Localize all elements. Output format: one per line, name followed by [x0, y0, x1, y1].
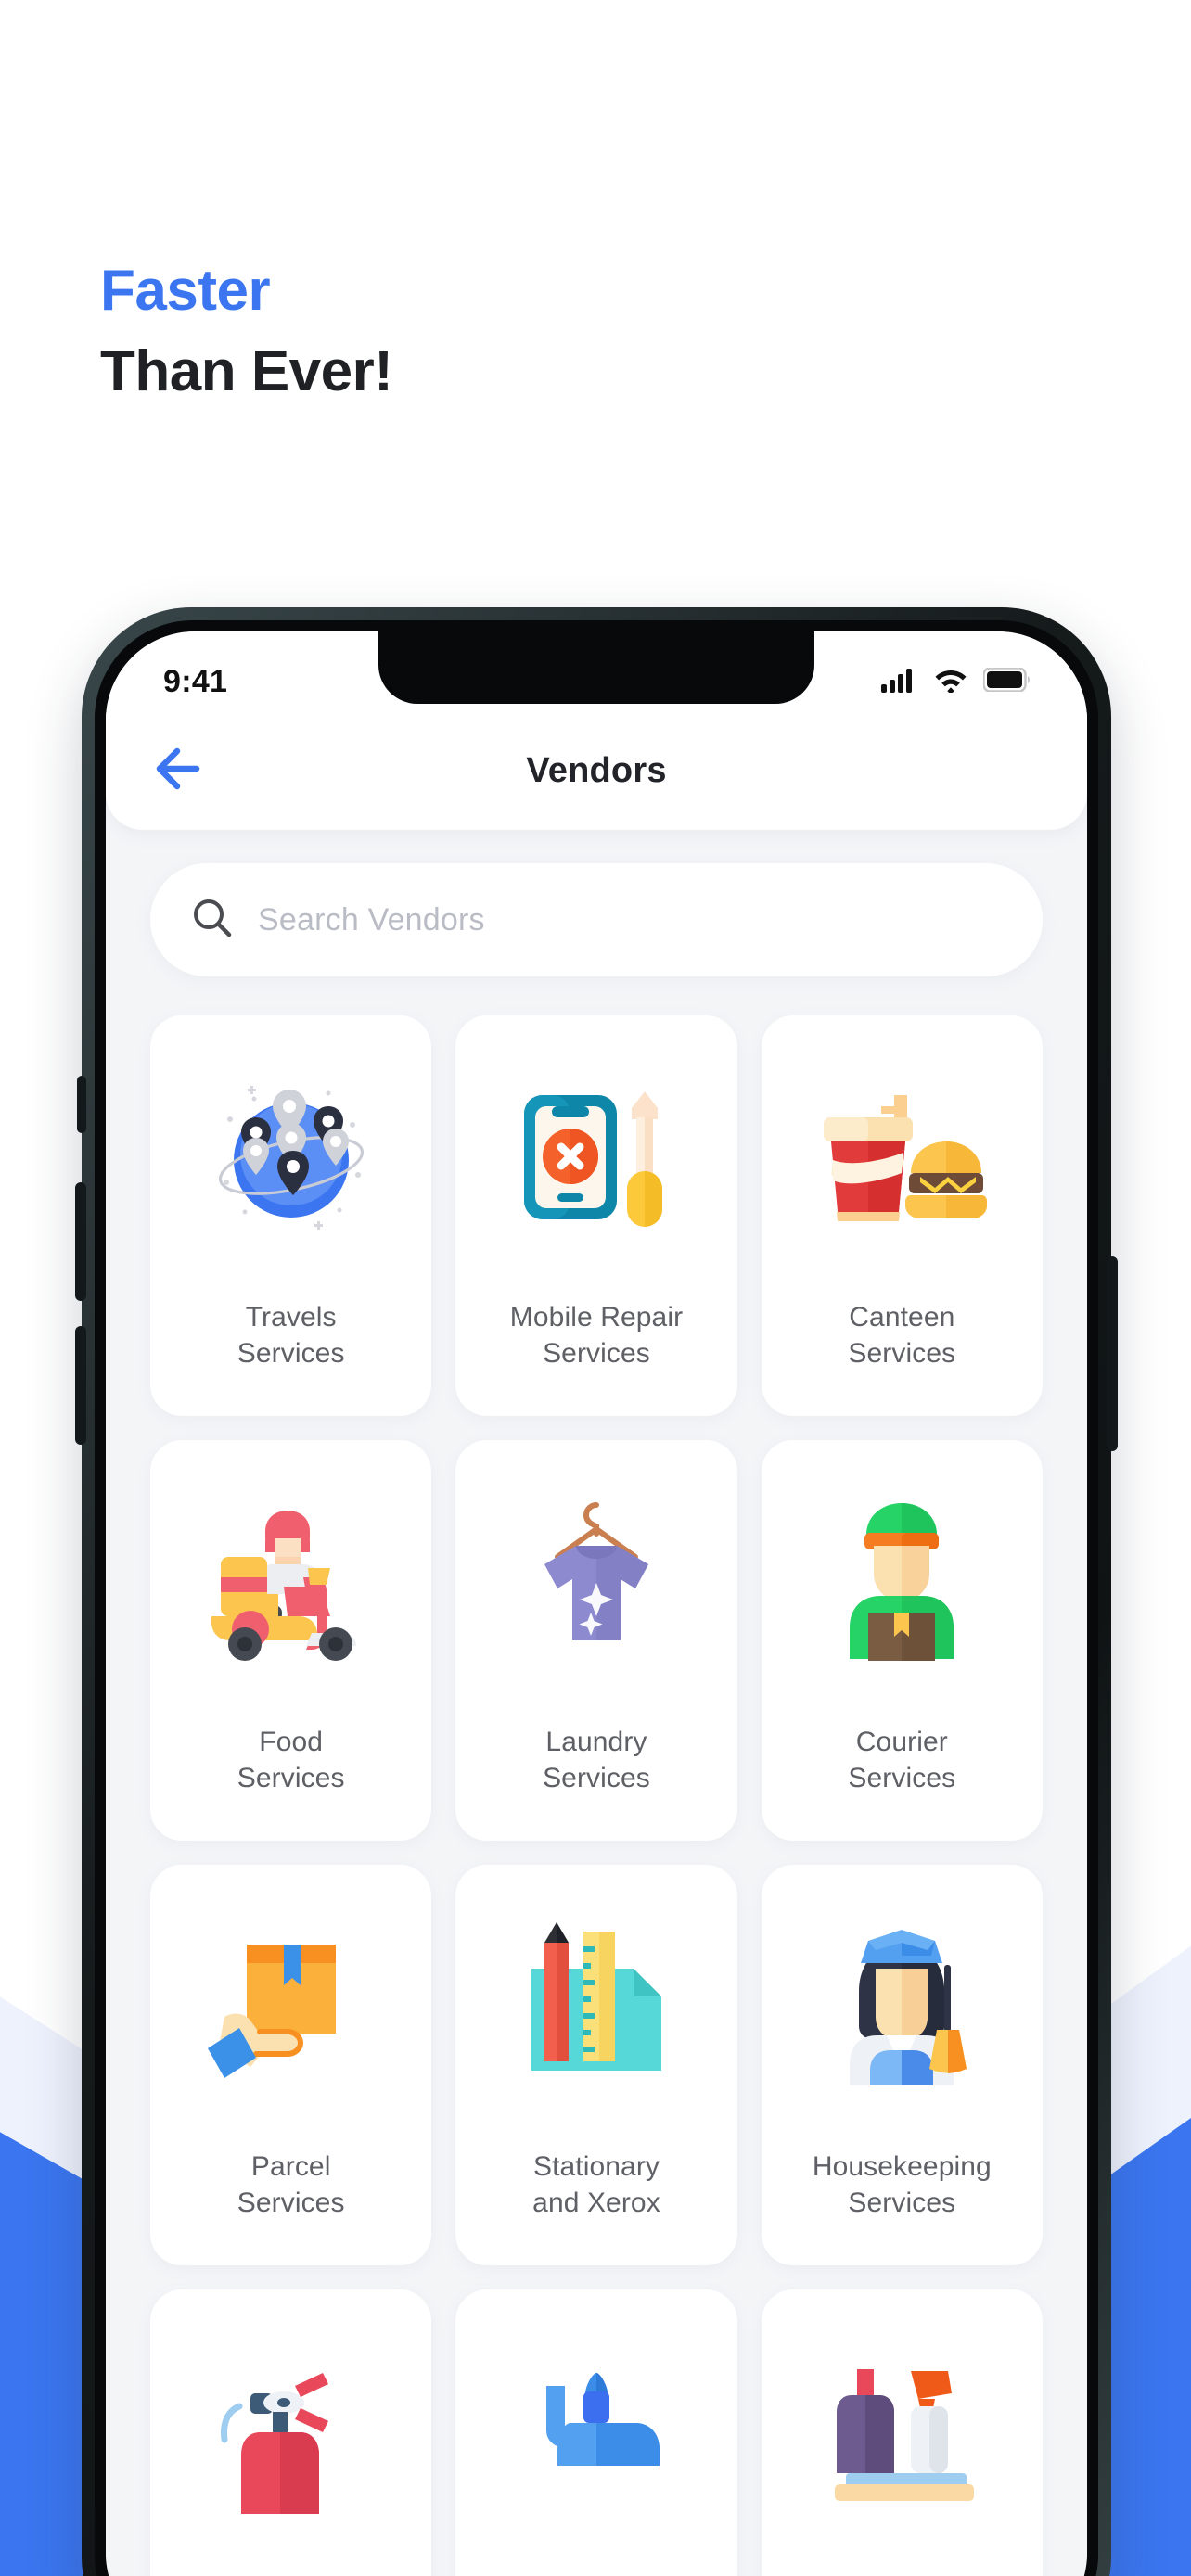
cellular-signal-icon [881, 667, 918, 697]
headline-line-2: Than Ever! [100, 339, 393, 404]
headline-line-1: Faster [100, 259, 271, 323]
vendor-card-fire-safety[interactable] [150, 2289, 432, 2576]
vendor-card-mobile-repair[interactable]: Mobile Repair Services [455, 1015, 737, 1416]
vendor-card-housekeeping[interactable]: Housekeeping Services [761, 1865, 1043, 2265]
phone-notch [378, 631, 814, 704]
burger-drink-icon [809, 1064, 994, 1249]
hand-parcel-icon [198, 1913, 384, 2098]
back-button[interactable] [152, 742, 210, 799]
phone-screen: 9:41 Vendors Search Vendors Travels Serv… [106, 631, 1087, 2576]
page-headline: Faster Than Ever! [100, 258, 393, 405]
status-bar-time: 9:41 [163, 663, 228, 699]
vendor-card-courier[interactable]: Courier Services [761, 1440, 1043, 1841]
vendor-card-label: Stationary and Xerox [532, 2151, 660, 2218]
fire-extinguisher-icon [198, 2338, 384, 2523]
vendor-card-label: Housekeeping Services [812, 2151, 992, 2218]
shirt-hanger-icon [504, 1488, 689, 1674]
status-bar-icons [881, 666, 1031, 697]
phone-screwdriver-icon [504, 1064, 689, 1249]
faucet-plumbing-icon [504, 2338, 689, 2523]
wifi-icon [934, 667, 967, 697]
battery-icon [982, 666, 1031, 696]
delivery-scooter-icon [198, 1488, 384, 1674]
vendor-card-parcel[interactable]: Parcel Services [150, 1865, 432, 2265]
search-icon [191, 897, 234, 944]
arrow-left-icon [155, 747, 207, 795]
vendor-card-label: Mobile Repair Services [509, 1302, 684, 1369]
vendor-category-grid: Travels Services Mobile Repair Services … [150, 1015, 1043, 2576]
vendor-card-label: Parcel Services [237, 2151, 345, 2218]
courier-person-icon [809, 1488, 994, 1674]
phone-volume-down-button[interactable] [75, 1326, 86, 1445]
globe-pins-icon [198, 1064, 384, 1249]
phone-volume-up-button[interactable] [75, 1182, 86, 1301]
pencil-ruler-paper-icon [504, 1913, 689, 2098]
vendor-card-travels[interactable]: Travels Services [150, 1015, 432, 1416]
vendor-card-label: Courier Services [848, 1727, 956, 1793]
housekeeper-broom-icon [809, 1913, 994, 2098]
vendor-card-canteen[interactable]: Canteen Services [761, 1015, 1043, 1416]
vendor-card-label: Laundry Services [543, 1727, 650, 1793]
vendor-card-stationary[interactable]: Stationary and Xerox [455, 1865, 737, 2265]
phone-mockup: 9:41 Vendors Search Vendors Travels Serv… [75, 607, 1118, 2576]
search-placeholder-text: Search Vendors [258, 901, 485, 937]
vendor-card-label: Food Services [237, 1727, 345, 1793]
phone-mute-switch[interactable] [77, 1076, 86, 1133]
app-content: Search Vendors Travels Services Mobile R… [106, 830, 1087, 2576]
phone-power-button[interactable] [1107, 1256, 1118, 1451]
vendor-card-cleaning-supplies[interactable] [761, 2289, 1043, 2576]
vendor-card-laundry[interactable]: Laundry Services [455, 1440, 737, 1841]
cleaning-supplies-icon [809, 2338, 994, 2523]
vendor-card-label: Canteen Services [848, 1302, 956, 1369]
vendor-card-plumbing[interactable] [455, 2289, 737, 2576]
page-title: Vendors [526, 750, 667, 790]
search-input[interactable]: Search Vendors [150, 863, 1043, 976]
vendor-card-label: Travels Services [237, 1302, 345, 1369]
vendor-card-food[interactable]: Food Services [150, 1440, 432, 1841]
